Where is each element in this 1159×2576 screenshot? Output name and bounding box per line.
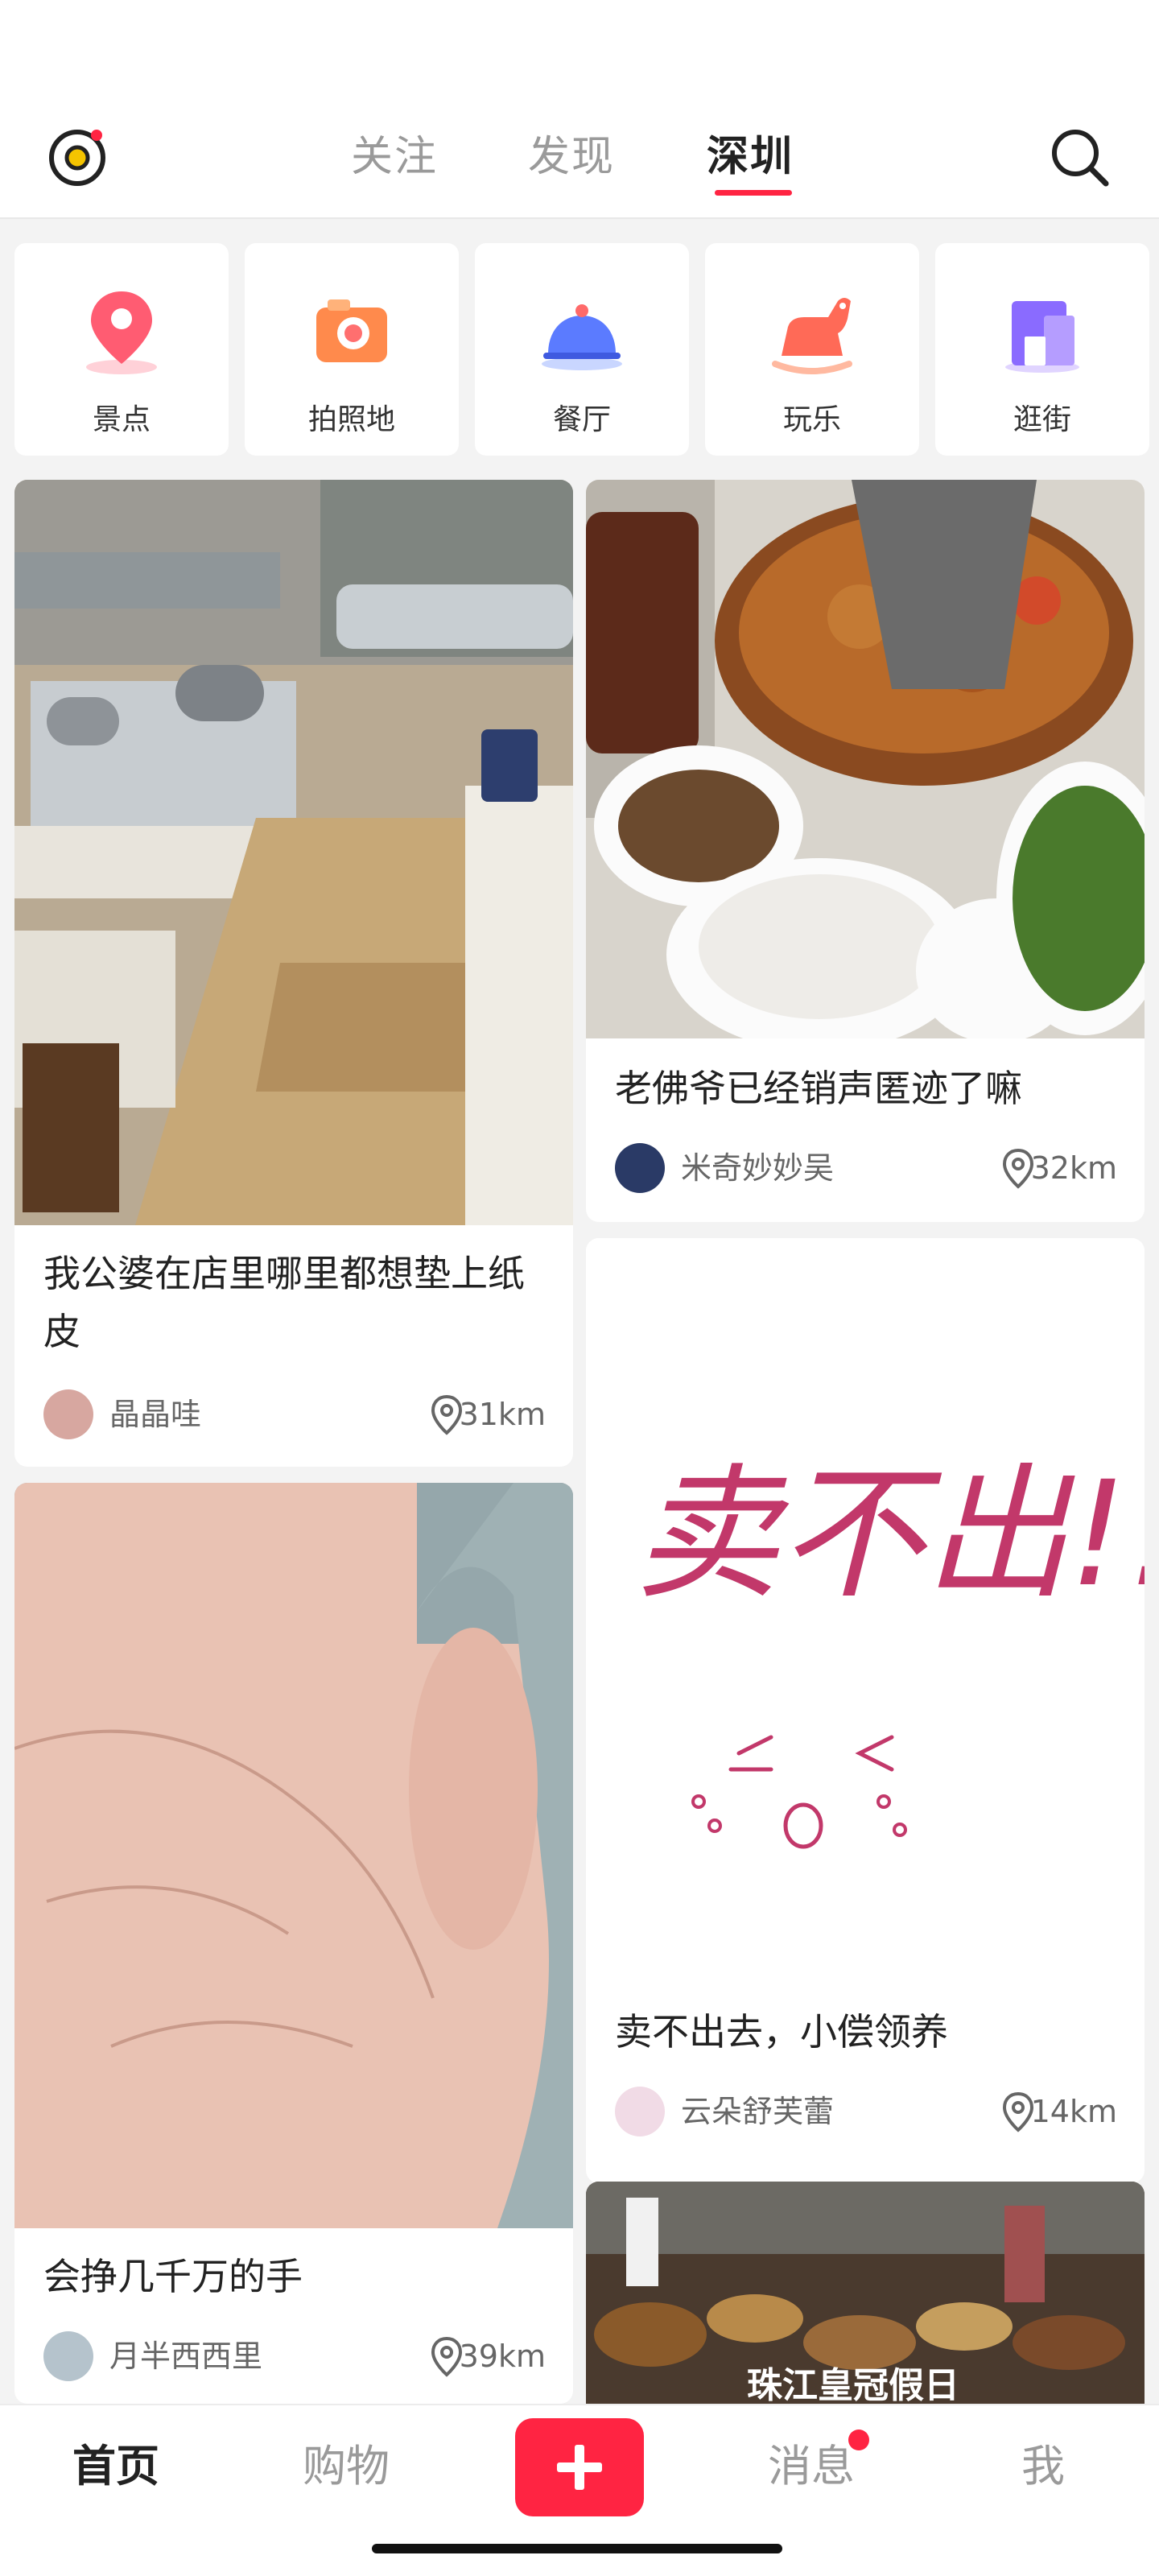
category-label: 景点 [92,403,151,436]
feed-card[interactable]: 珠江皇冠假日 [586,2182,1145,2404]
tab-follow[interactable]: 关注 [351,121,438,193]
feed-card[interactable]: 我公婆在店里哪里都想垫上纸皮 晶晶哇 31km [14,480,573,1467]
category-label: 玩乐 [782,403,841,436]
author-name: 米奇妙妙吴 [681,1150,835,1186]
tab-shenzhen[interactable]: 深圳 [707,121,794,193]
tab-discover[interactable]: 发现 [528,121,615,193]
shop-building-icon [1005,301,1079,373]
distance-text: 39km [459,2339,546,2374]
distance-text: 32km [1030,1150,1117,1186]
distance-text: 31km [459,1397,546,1432]
dish-cloche-icon [542,304,622,370]
feed-card[interactable]: 会挣几千万的手 月半西西里 39km [14,1483,573,2404]
hotpot-dishes-photo [586,480,1145,1038]
category-restaurant[interactable]: 餐厅 [475,243,689,456]
plus-icon [557,2445,602,2490]
nav-me[interactable]: 我 [963,2434,1124,2499]
card-title: 老佛爷已经销声匿迹了嘛 [615,1067,1022,1110]
search-icon[interactable] [1048,126,1112,190]
category-entertainment[interactable]: 玩乐 [705,243,919,456]
feed-card[interactable]: 卖不出!! 卖不出去，小偿领养 云朵舒芙蕾 14km [586,1238,1145,2183]
card-title: 我公婆在店里哪里都想垫上纸皮 [43,1252,525,1353]
camera-icon [316,299,387,362]
distance-text: 14km [1030,2094,1117,2129]
author-name: 晶晶哇 [109,1397,202,1432]
svg-text:珠江皇冠假日: 珠江皇冠假日 [747,2365,959,2404]
avatar [43,1389,93,1439]
avatar [615,1143,665,1193]
category-label: 逛街 [1013,403,1071,436]
nav-shopping[interactable]: 购物 [266,2434,427,2499]
top-tabs: 关注 发现 深圳 [0,121,1159,193]
nav-home[interactable]: 首页 [35,2434,196,2499]
add-post-button[interactable] [515,2418,644,2516]
avatar [615,2087,665,2136]
card-title: 卖不出去，小偿领养 [615,2010,948,2054]
restaurant-kitchen-photo [14,480,573,1225]
home-indicator [372,2544,782,2553]
active-tab-indicator [715,190,792,196]
category-label: 拍照地 [307,403,395,436]
category-label: 餐厅 [552,403,611,436]
palm-hand-photo [14,1483,573,2228]
category-scenic[interactable]: 景点 [14,243,229,456]
svg-text:卖不出!!: 卖不出!! [634,1451,1145,1619]
rocking-horse-icon [772,298,852,374]
author-name: 月半西西里 [109,2339,263,2374]
top-header: 关注 发现 深圳 [0,0,1159,219]
avatar [43,2331,93,2381]
category-photo-spot[interactable]: 拍照地 [245,243,459,456]
category-shopping[interactable]: 逛街 [935,243,1149,456]
feed-card[interactable]: 老佛爷已经销声匿迹了嘛 米奇妙妙吴 32km [586,480,1145,1222]
notification-badge [848,2429,869,2450]
handwritten-note-image: 卖不出!! [586,1238,1145,1979]
author-name: 云朵舒芙蕾 [681,2094,835,2129]
card-title: 会挣几千万的手 [43,2255,303,2298]
buffet-restaurant-photo: 珠江皇冠假日 [586,2182,1145,2404]
category-row: 景点 拍照地 餐厅 玩乐 逛街 [0,243,1159,456]
map-pin-icon [86,291,157,374]
